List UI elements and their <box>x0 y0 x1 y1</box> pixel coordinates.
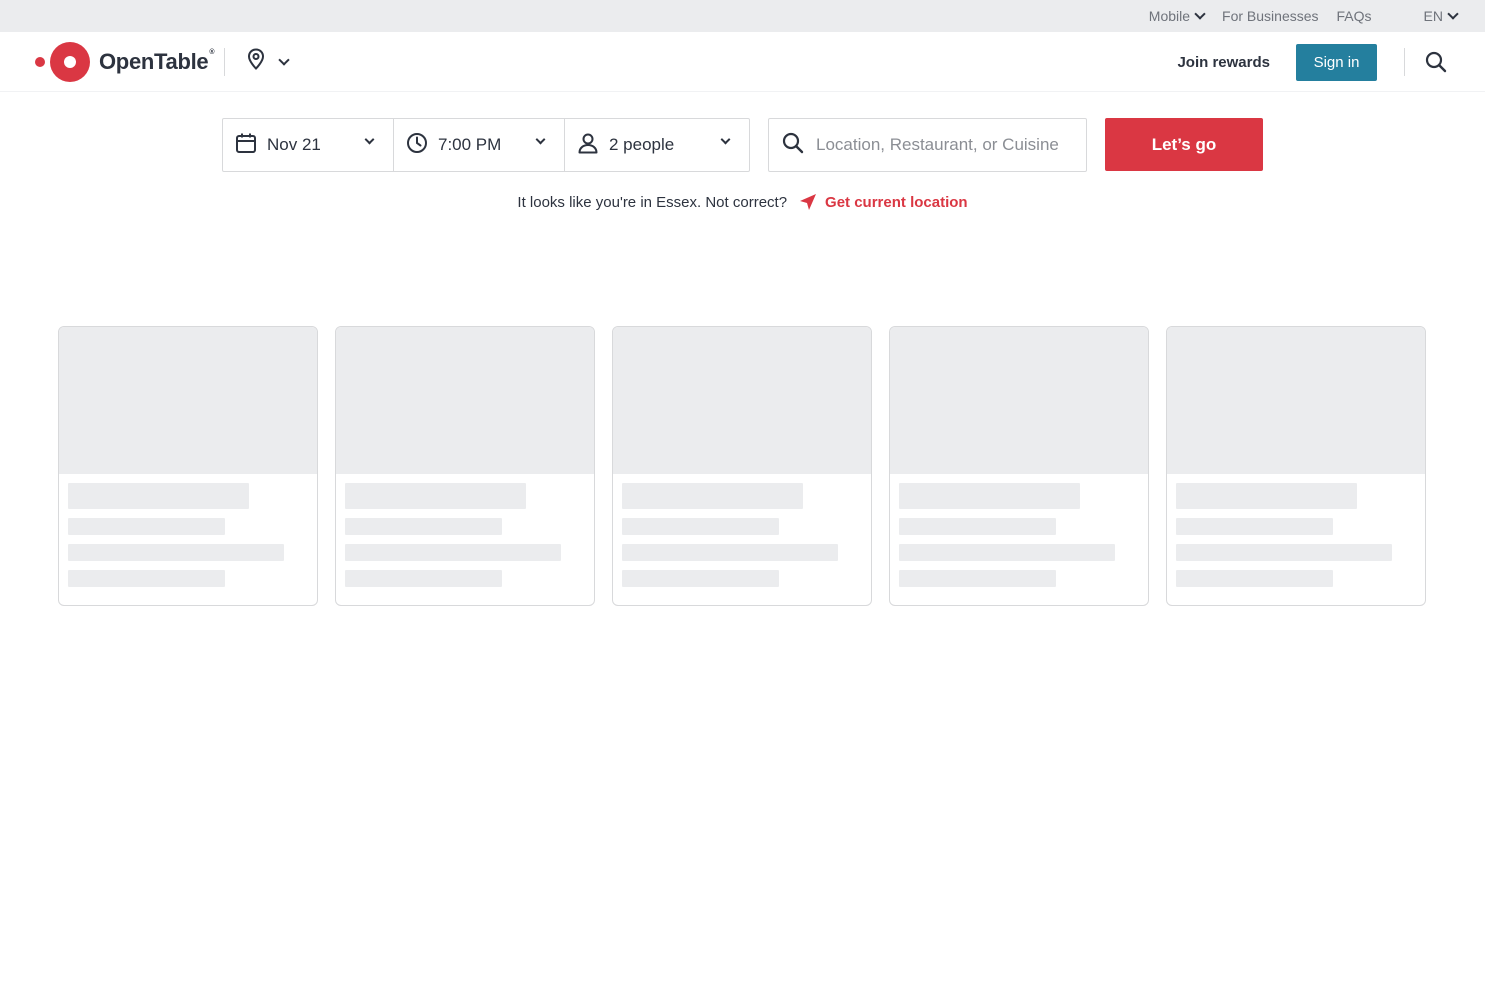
person-icon <box>577 132 599 159</box>
search-input[interactable] <box>816 135 1076 155</box>
chevron-down-icon <box>720 134 731 145</box>
time-picker[interactable]: 7:00 PM <box>394 119 565 171</box>
skeleton-line <box>899 570 1056 587</box>
search-icon[interactable] <box>1425 51 1447 73</box>
skeleton-image <box>336 327 594 474</box>
skeleton-line <box>68 518 225 535</box>
skeleton-line <box>899 518 1056 535</box>
lets-go-button[interactable]: Let’s go <box>1105 118 1263 171</box>
reservation-pickers: Nov 21 7:00 PM 2 people <box>222 118 750 172</box>
language-selector[interactable]: EN <box>1423 8 1459 24</box>
loading-cards <box>58 326 1426 606</box>
skeleton-image <box>890 327 1148 474</box>
skeleton-line <box>345 483 526 509</box>
party-size-value: 2 people <box>609 135 675 154</box>
join-rewards-link[interactable]: Join rewards <box>1177 54 1270 71</box>
date-value: Nov 21 <box>267 135 321 154</box>
logo-text: OpenTable® <box>99 48 215 74</box>
skeleton-card <box>612 326 872 606</box>
chevron-down-icon <box>1447 8 1459 20</box>
skeleton-line <box>68 483 249 509</box>
logo-dot <box>35 56 45 67</box>
header-divider <box>224 47 226 76</box>
skeleton-image <box>1167 327 1425 474</box>
skeleton-line <box>68 570 225 587</box>
faqs-link[interactable]: FAQs <box>1337 8 1372 24</box>
skeleton-line <box>1176 544 1392 561</box>
skeleton-line <box>68 544 284 561</box>
site-header: OpenTable® Join rewards Sign in <box>0 32 1485 92</box>
mobile-menu[interactable]: Mobile <box>1148 8 1206 24</box>
skeleton-line <box>345 518 502 535</box>
chevron-down-icon <box>278 53 290 66</box>
language-label: EN <box>1423 8 1443 24</box>
header-divider <box>1404 48 1405 76</box>
search-field[interactable] <box>768 118 1087 172</box>
skeleton-card <box>335 326 595 606</box>
date-picker[interactable]: Nov 21 <box>223 119 394 171</box>
chevron-down-icon <box>535 134 546 145</box>
skeleton-line <box>899 544 1115 561</box>
header-actions: Join rewards Sign in <box>1177 32 1485 92</box>
skeleton-card <box>889 326 1149 606</box>
location-hint-text: It looks like you're in Essex. Not corre… <box>517 193 788 211</box>
logo-mark <box>50 41 90 82</box>
skeleton-line <box>622 544 838 561</box>
sign-in-button[interactable]: Sign in <box>1296 43 1377 81</box>
navigation-arrow-icon <box>800 194 817 210</box>
chevron-down-icon <box>1194 8 1206 20</box>
skeleton-line <box>1176 483 1357 509</box>
skeleton-line <box>899 483 1080 509</box>
utility-bar: Mobile For Businesses FAQs EN <box>0 0 1485 32</box>
for-businesses-link[interactable]: For Businesses <box>1222 8 1318 24</box>
skeleton-line <box>622 483 803 509</box>
get-current-location-link[interactable]: Get current location <box>799 193 968 211</box>
skeleton-line <box>1176 518 1333 535</box>
skeleton-image <box>59 327 317 474</box>
skeleton-card <box>1166 326 1426 606</box>
clock-icon <box>406 132 428 159</box>
search-bar: Nov 21 7:00 PM 2 people Let’s go <box>222 118 1263 172</box>
location-pin-icon <box>246 48 266 75</box>
skeleton-line <box>622 518 779 535</box>
search-icon <box>782 132 804 159</box>
skeleton-card <box>58 326 318 606</box>
calendar-icon <box>235 132 257 159</box>
chevron-down-icon <box>364 134 375 145</box>
location-hint: It looks like you're in Essex. Not corre… <box>0 193 1485 211</box>
skeleton-line <box>345 570 502 587</box>
skeleton-line <box>622 570 779 587</box>
location-picker[interactable] <box>246 48 290 75</box>
party-size-picker[interactable]: 2 people <box>565 119 749 171</box>
skeleton-line <box>345 544 561 561</box>
get-current-location-label: Get current location <box>825 193 968 211</box>
skeleton-line <box>1176 570 1333 587</box>
time-value: 7:00 PM <box>438 135 502 154</box>
skeleton-image <box>613 327 871 474</box>
mobile-label: Mobile <box>1148 8 1191 24</box>
opentable-logo[interactable]: OpenTable® <box>35 41 215 82</box>
